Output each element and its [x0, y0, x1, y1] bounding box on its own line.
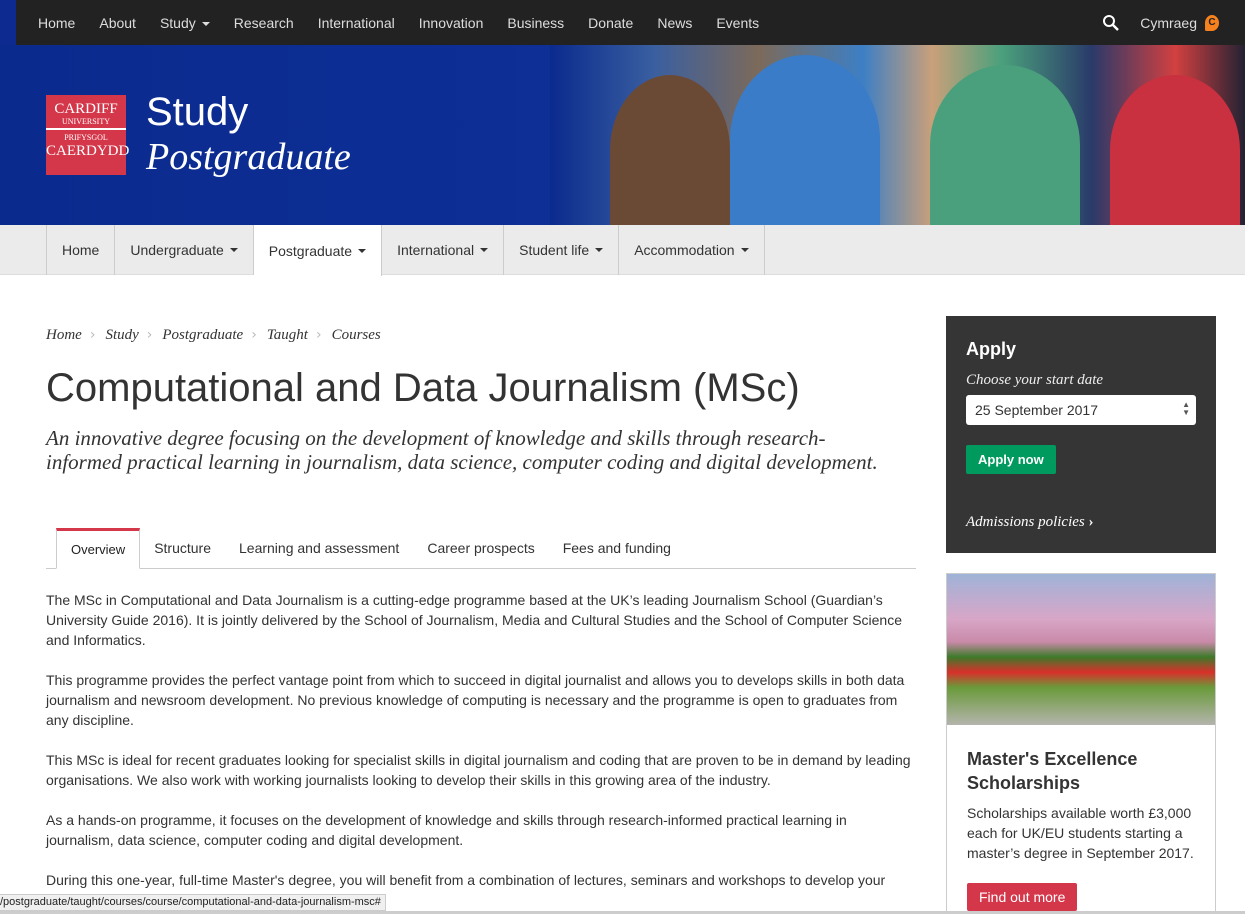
- paragraph: As a hands-on programme, it focuses on t…: [46, 812, 847, 848]
- top-navigation: Home About Study Research International …: [16, 0, 1245, 45]
- logo-line: CARDIFF: [54, 101, 118, 117]
- cardiff-university-logo[interactable]: CARDIFF UNIVERSITY PRIFYSGOL CAERDYDD: [46, 95, 130, 175]
- subnav-home[interactable]: Home: [47, 225, 116, 275]
- logo-line: CAERDYDD: [46, 143, 130, 160]
- photo-person: [930, 65, 1080, 225]
- tab-overview[interactable]: Overview: [56, 528, 141, 569]
- apply-title: Apply: [966, 339, 1017, 359]
- caret-down-icon: [358, 248, 367, 253]
- photo-person: [610, 75, 730, 225]
- chevron-right-icon: ›: [89, 327, 96, 343]
- students-photo: [550, 45, 1245, 225]
- paragraph: The MSc in Computational and Data Journa…: [46, 592, 903, 648]
- topnav-study-label: Study: [159, 14, 196, 31]
- breadcrumb-courses[interactable]: Courses: [332, 327, 381, 344]
- banner-edge: [0, 0, 16, 45]
- chevron-right-icon: ›: [315, 327, 322, 343]
- subnav-accommodation[interactable]: Accommodation: [619, 225, 765, 275]
- caret-down-icon: [201, 21, 210, 26]
- subnav-undergraduate[interactable]: Undergraduate: [115, 225, 254, 275]
- subnav-label: Student life: [519, 242, 590, 258]
- language-link[interactable]: Cymraeg: [1140, 15, 1197, 31]
- scholarship-photo: [947, 574, 1215, 725]
- subnav-international[interactable]: International: [382, 225, 505, 275]
- start-date-select[interactable]: 25 September 2017 ▲ ▼: [966, 395, 1196, 425]
- caret-down-icon: [229, 248, 238, 252]
- scholarship-card: Master's Excellence Scholarships Scholar…: [946, 573, 1216, 914]
- paragraph: This MSc is ideal for recent graduates l…: [46, 752, 911, 788]
- caret-down-icon: [740, 248, 749, 252]
- apply-now-button[interactable]: Apply now: [966, 445, 1056, 474]
- apply-panel: Apply Choose your start date 25 Septembe…: [946, 316, 1216, 553]
- tab-structure[interactable]: Structure: [140, 528, 225, 568]
- search-icon[interactable]: [1102, 14, 1120, 32]
- scholarship-text: Scholarships available worth £3,000 each…: [967, 805, 1194, 861]
- course-tabs: Overview Structure Learning and assessme…: [46, 528, 916, 569]
- caret-down-icon: [480, 248, 489, 252]
- find-out-more-button[interactable]: Find out more: [967, 883, 1078, 911]
- topnav-events[interactable]: Events: [716, 15, 759, 31]
- logo-divider: [46, 128, 126, 131]
- page-title: Computational and Data Journalism (MSc): [46, 366, 800, 410]
- logo-line: UNIVERSITY: [62, 116, 110, 126]
- breadcrumb-home[interactable]: Home: [46, 327, 82, 344]
- topnav-news[interactable]: News: [657, 15, 692, 31]
- admissions-policies-label: Admissions policies: [966, 514, 1085, 530]
- caret-down-icon: [595, 248, 604, 252]
- topnav-study[interactable]: Study: [160, 15, 210, 31]
- subnav-student-life[interactable]: Student life: [504, 225, 620, 275]
- topnav-business[interactable]: Business: [507, 15, 564, 31]
- chevron-right-icon: ›: [1088, 514, 1094, 530]
- topnav-about[interactable]: About: [99, 15, 136, 31]
- paragraph: This programme provides the perfect vant…: [46, 672, 905, 728]
- chevron-right-icon: ›: [251, 327, 257, 343]
- start-date-value: 25 September 2017: [975, 402, 1098, 418]
- scholarship-title: Master's Excellence Scholarships: [967, 749, 1138, 793]
- subnav-label: Home: [62, 242, 100, 258]
- topnav-research[interactable]: Research: [234, 15, 294, 31]
- tab-learning-and-assessment[interactable]: Learning and assessment: [225, 528, 413, 568]
- breadcrumb-taught[interactable]: Taught: [267, 327, 308, 344]
- topnav-international[interactable]: International: [318, 15, 395, 31]
- breadcrumb: Home › Study › Postgraduate › Taught › Cours…: [46, 327, 389, 344]
- breadcrumb-postgraduate[interactable]: Postgraduate: [162, 327, 243, 344]
- banner-subtitle: Postgraduate: [146, 136, 351, 178]
- language-badge-icon: C: [1205, 14, 1219, 31]
- page-intro: An innovative degree focusing on the dev…: [46, 426, 878, 474]
- topnav-home[interactable]: Home: [38, 15, 75, 31]
- photo-person: [1110, 75, 1240, 225]
- subnav-label: Accommodation: [634, 242, 735, 258]
- section-navigation: Home Undergraduate Postgraduate Internat…: [0, 225, 1245, 276]
- start-date-label: Choose your start date: [966, 372, 1104, 388]
- tab-career-prospects[interactable]: Career prospects: [413, 528, 548, 568]
- photo-person: [730, 55, 880, 225]
- topnav-innovation[interactable]: Innovation: [419, 15, 484, 31]
- paragraph: During this one-year, full-time Master's…: [46, 872, 886, 888]
- overview-content: The MSc in Computational and Data Journa…: [46, 590, 916, 910]
- logo-line: PRIFYSGOL: [64, 133, 108, 143]
- banner: CARDIFF UNIVERSITY PRIFYSGOL CAERDYDD St…: [0, 45, 1245, 225]
- subnav-label: International: [397, 242, 475, 258]
- breadcrumb-study[interactable]: Study: [105, 327, 138, 344]
- subnav-label: Undergraduate: [130, 242, 224, 258]
- chevron-right-icon: ›: [146, 327, 153, 343]
- subnav-label: Postgraduate: [268, 242, 353, 259]
- tab-fees-and-funding[interactable]: Fees and funding: [549, 528, 685, 568]
- browser-status-bar: /postgraduate/taught/courses/course/comp…: [0, 894, 386, 911]
- select-arrows-icon: ▲ ▼: [1182, 400, 1190, 417]
- admissions-policies-link[interactable]: Admissions policies ›: [966, 514, 1094, 531]
- banner-title: Study: [146, 90, 249, 134]
- topnav-donate[interactable]: Donate: [588, 15, 633, 31]
- subnav-postgraduate[interactable]: Postgraduate: [253, 225, 383, 276]
